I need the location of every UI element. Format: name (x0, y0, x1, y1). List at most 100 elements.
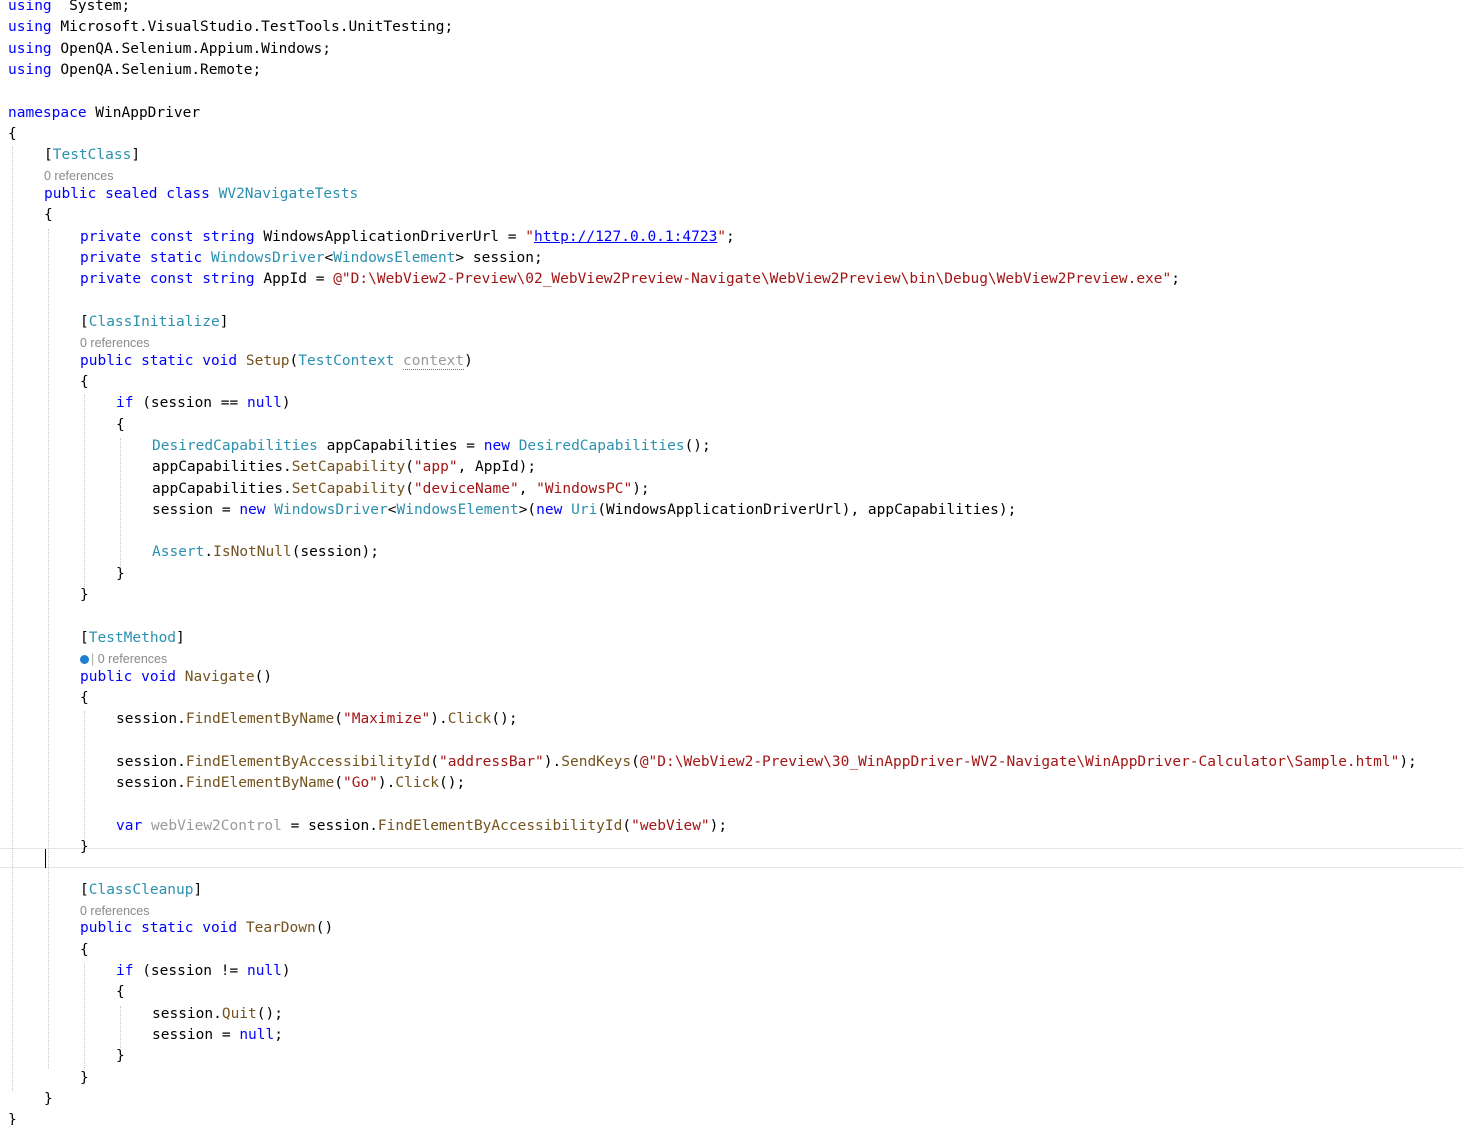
code-line[interactable]: appCapabilities.SetCapability("app", App… (152, 457, 536, 478)
code-line[interactable]: public static void TearDown() (80, 918, 333, 939)
code-token: (); (684, 437, 711, 454)
code-line[interactable]: namespace WinAppDriver (8, 103, 200, 124)
code-token: public static void (80, 920, 238, 937)
codelens-references[interactable]: | 0 references (80, 650, 167, 668)
code-token: webView2Control (150, 817, 282, 834)
code-line[interactable]: session.FindElementByAccessibilityId("ad… (116, 752, 1417, 773)
code-token: using (8, 0, 52, 14)
code-token: < (324, 249, 334, 266)
code-token: "Maximize" (342, 711, 431, 728)
code-line[interactable]: session.FindElementByName("Maximize").Cl… (116, 709, 518, 730)
code-line[interactable]: public static void Setup(TestContext con… (80, 351, 473, 372)
code-token: { (80, 689, 89, 706)
code-line[interactable]: Assert.IsNotNull(session); (152, 542, 379, 563)
code-token: { (80, 941, 89, 958)
code-line[interactable]: { (44, 205, 53, 226)
code-token: TestClass (52, 147, 132, 164)
indent-guide-line (84, 395, 85, 587)
code-token: [ (80, 629, 89, 646)
code-token: Uri (571, 501, 598, 518)
code-token: } (80, 838, 89, 855)
code-line[interactable]: private const string WindowsApplicationD… (80, 227, 735, 248)
code-line[interactable]: session = new WindowsDriver<WindowsEleme… (152, 500, 1016, 521)
code-line[interactable]: [TestClass] (44, 145, 140, 166)
code-line[interactable]: [ClassCleanup] (80, 880, 202, 901)
code-token: new (239, 501, 266, 518)
code-token: ] (176, 629, 185, 646)
code-line[interactable]: } (8, 1110, 17, 1125)
code-token: } (8, 1112, 17, 1125)
code-token: "WindowsPC" (536, 480, 633, 497)
indent-guide-line (84, 963, 85, 1070)
code-token[interactable]: http://127.0.0.1:4723 (534, 229, 717, 245)
code-line[interactable]: private static WindowsDriver<WindowsElem… (80, 248, 543, 269)
code-line[interactable]: if (session == null) (116, 393, 291, 414)
code-line[interactable]: { (116, 982, 125, 1003)
code-token: ( (405, 480, 414, 497)
code-line[interactable]: [ClassInitialize] (80, 312, 228, 333)
code-token: FindElementByName (185, 775, 335, 791)
code-token: Quit (221, 1005, 257, 1022)
code-token: TestContext (298, 352, 395, 369)
code-token: Setup (245, 352, 290, 369)
code-token: FindElementByAccessibilityId (377, 817, 623, 834)
code-line[interactable]: using Microsoft.VisualStudio.TestTools.U… (8, 17, 453, 38)
code-line[interactable]: { (80, 372, 89, 393)
code-line[interactable]: { (8, 124, 17, 145)
codelens-text: 0 references (44, 169, 114, 184)
code-line[interactable]: } (116, 564, 125, 585)
code-token: private const string (80, 271, 255, 288)
code-line[interactable]: { (80, 688, 89, 709)
code-token: null (246, 963, 282, 979)
code-token: WindowsDriver (210, 249, 325, 266)
code-line[interactable]: public void Navigate() (80, 667, 272, 688)
indent-guide-line (120, 437, 121, 566)
code-token: @"D:\WebView2-Preview\02_WebView2Preview… (333, 271, 1172, 288)
code-line[interactable]: [TestMethod] (80, 628, 185, 649)
code-token: @"D:\WebView2-Preview\30_WinAppDriver-WV… (639, 753, 1400, 770)
code-line[interactable]: } (116, 1046, 125, 1067)
code-token: IsNotNull (213, 544, 292, 561)
code-line[interactable]: } (80, 837, 89, 858)
code-token: (); (491, 711, 518, 728)
code-line[interactable]: { (116, 415, 125, 436)
code-token: { (116, 416, 125, 433)
code-line[interactable]: private const string AppId = @"D:\WebVie… (80, 269, 1180, 290)
info-circle-icon[interactable] (80, 654, 89, 664)
codelens-references[interactable]: 0 references (44, 167, 113, 185)
code-line[interactable]: if (session != null) (116, 961, 291, 982)
code-editor[interactable]: using System; using Microsoft.VisualStudi… (0, 0, 1463, 1125)
code-line[interactable]: using OpenQA.Selenium.Appium.Windows; (8, 39, 331, 60)
code-line[interactable]: session.FindElementByName("Go").Click(); (116, 773, 465, 794)
code-line[interactable]: using System; (8, 0, 130, 17)
code-line[interactable]: } (44, 1089, 53, 1110)
code-line[interactable]: session.Quit(); (152, 1004, 283, 1025)
code-token: Click (395, 775, 440, 791)
code-token: } (44, 1090, 53, 1107)
code-token: ( (405, 459, 414, 476)
code-token: session. (116, 753, 186, 770)
code-token: ); (1399, 753, 1417, 770)
code-token: >( (518, 501, 537, 518)
code-line[interactable]: { (80, 940, 89, 961)
code-line[interactable]: using OpenQA.Selenium.Remote; (8, 60, 261, 81)
codelens-references[interactable]: 0 references (80, 334, 149, 352)
code-token: private const string (80, 228, 255, 245)
code-line[interactable]: } (80, 585, 89, 606)
code-line[interactable]: DesiredCapabilities appCapabilities = ne… (152, 436, 711, 457)
code-token: null (239, 1026, 275, 1043)
code-line[interactable]: session = null; (152, 1025, 283, 1046)
codelens-references[interactable]: 0 references (80, 902, 149, 920)
code-token: context (403, 352, 465, 370)
code-token: if (116, 963, 134, 979)
code-token: namespace (8, 104, 87, 121)
code-line[interactable]: appCapabilities.SetCapability("deviceNam… (152, 479, 650, 500)
code-line[interactable]: var webView2Control = session.FindElemen… (116, 816, 727, 837)
code-line[interactable]: } (80, 1068, 89, 1089)
code-token: (); (439, 775, 466, 791)
code-token: ] (219, 313, 229, 330)
code-line[interactable]: public sealed class WV2NavigateTests (44, 184, 358, 205)
